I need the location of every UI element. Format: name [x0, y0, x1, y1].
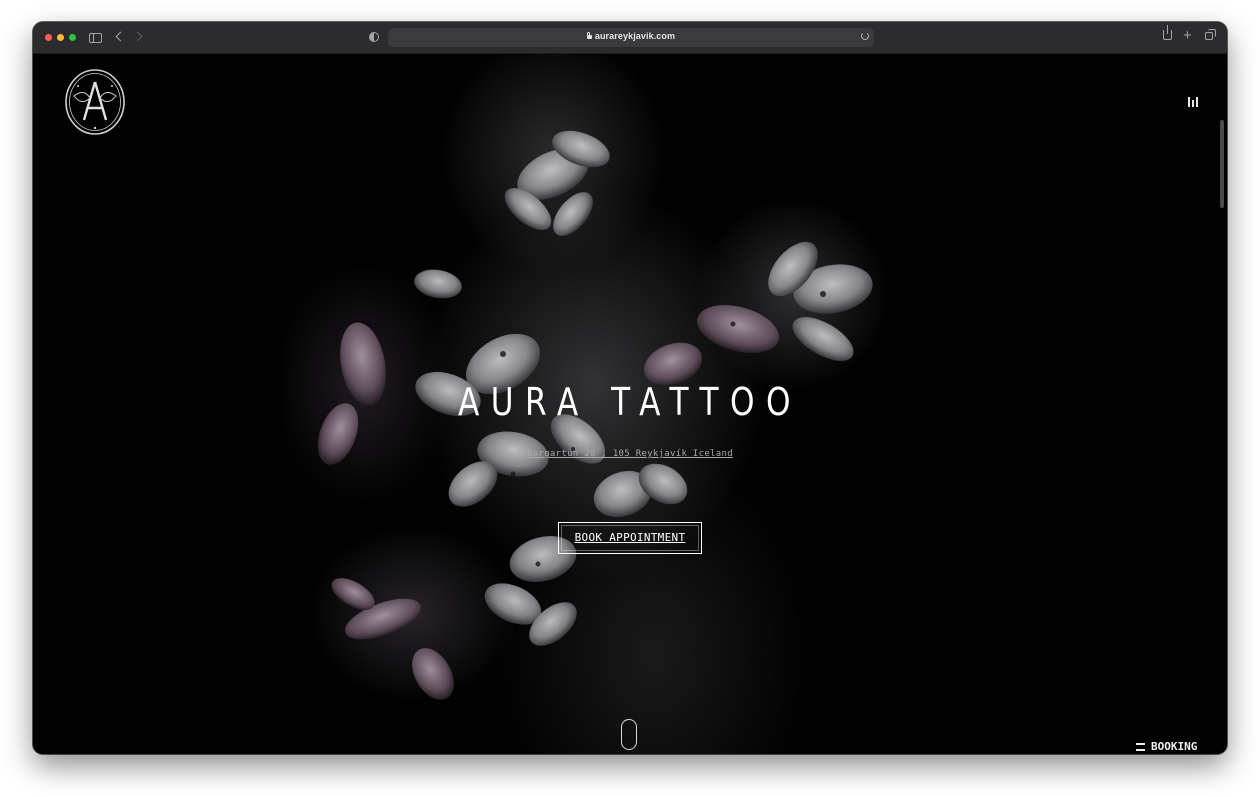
zoom-window-button[interactable]	[69, 34, 76, 41]
new-tab-icon[interactable]: +	[1183, 27, 1192, 45]
tab-overview-icon[interactable]	[1205, 29, 1216, 40]
book-appointment-button[interactable]: BOOK APPOINTMENT	[558, 522, 702, 554]
minimize-window-button[interactable]	[57, 34, 64, 41]
url-text: aurareykjavik.com	[594, 31, 676, 41]
hamburger-icon	[1136, 743, 1145, 751]
privacy-shield-icon[interactable]	[369, 32, 379, 42]
menu-bars-icon[interactable]	[1188, 97, 1198, 107]
browser-window: aurareykjavik.com + AURA TATTOO Borgartú…	[33, 22, 1227, 754]
scroll-mouse-icon[interactable]	[621, 719, 637, 750]
lock-icon	[586, 32, 592, 39]
address-bar[interactable]: aurareykjavik.com	[388, 28, 874, 47]
aura-logo[interactable]	[64, 68, 126, 136]
booking-button[interactable]: BOOKING	[1136, 740, 1197, 753]
sidebar-toggle-icon[interactable]	[89, 33, 102, 43]
scrollbar-thumb[interactable]	[1220, 120, 1224, 208]
page-viewport: AURA TATTOO Borgartún 28 , 105 Reykjavík…	[33, 54, 1227, 754]
close-window-button[interactable]	[45, 34, 52, 41]
booking-label: BOOKING	[1151, 740, 1198, 753]
forward-icon[interactable]	[132, 31, 143, 42]
browser-toolbar: aurareykjavik.com +	[33, 22, 1227, 54]
share-icon[interactable]	[1163, 25, 1172, 40]
hero-title: AURA TATTOO	[457, 380, 803, 424]
url-display[interactable]: aurareykjavik.com	[388, 31, 874, 41]
back-icon[interactable]	[115, 31, 126, 42]
reload-icon[interactable]	[861, 32, 869, 40]
address-link[interactable]: Borgartún 28 , 105 Reykjavík Iceland	[33, 449, 1227, 459]
